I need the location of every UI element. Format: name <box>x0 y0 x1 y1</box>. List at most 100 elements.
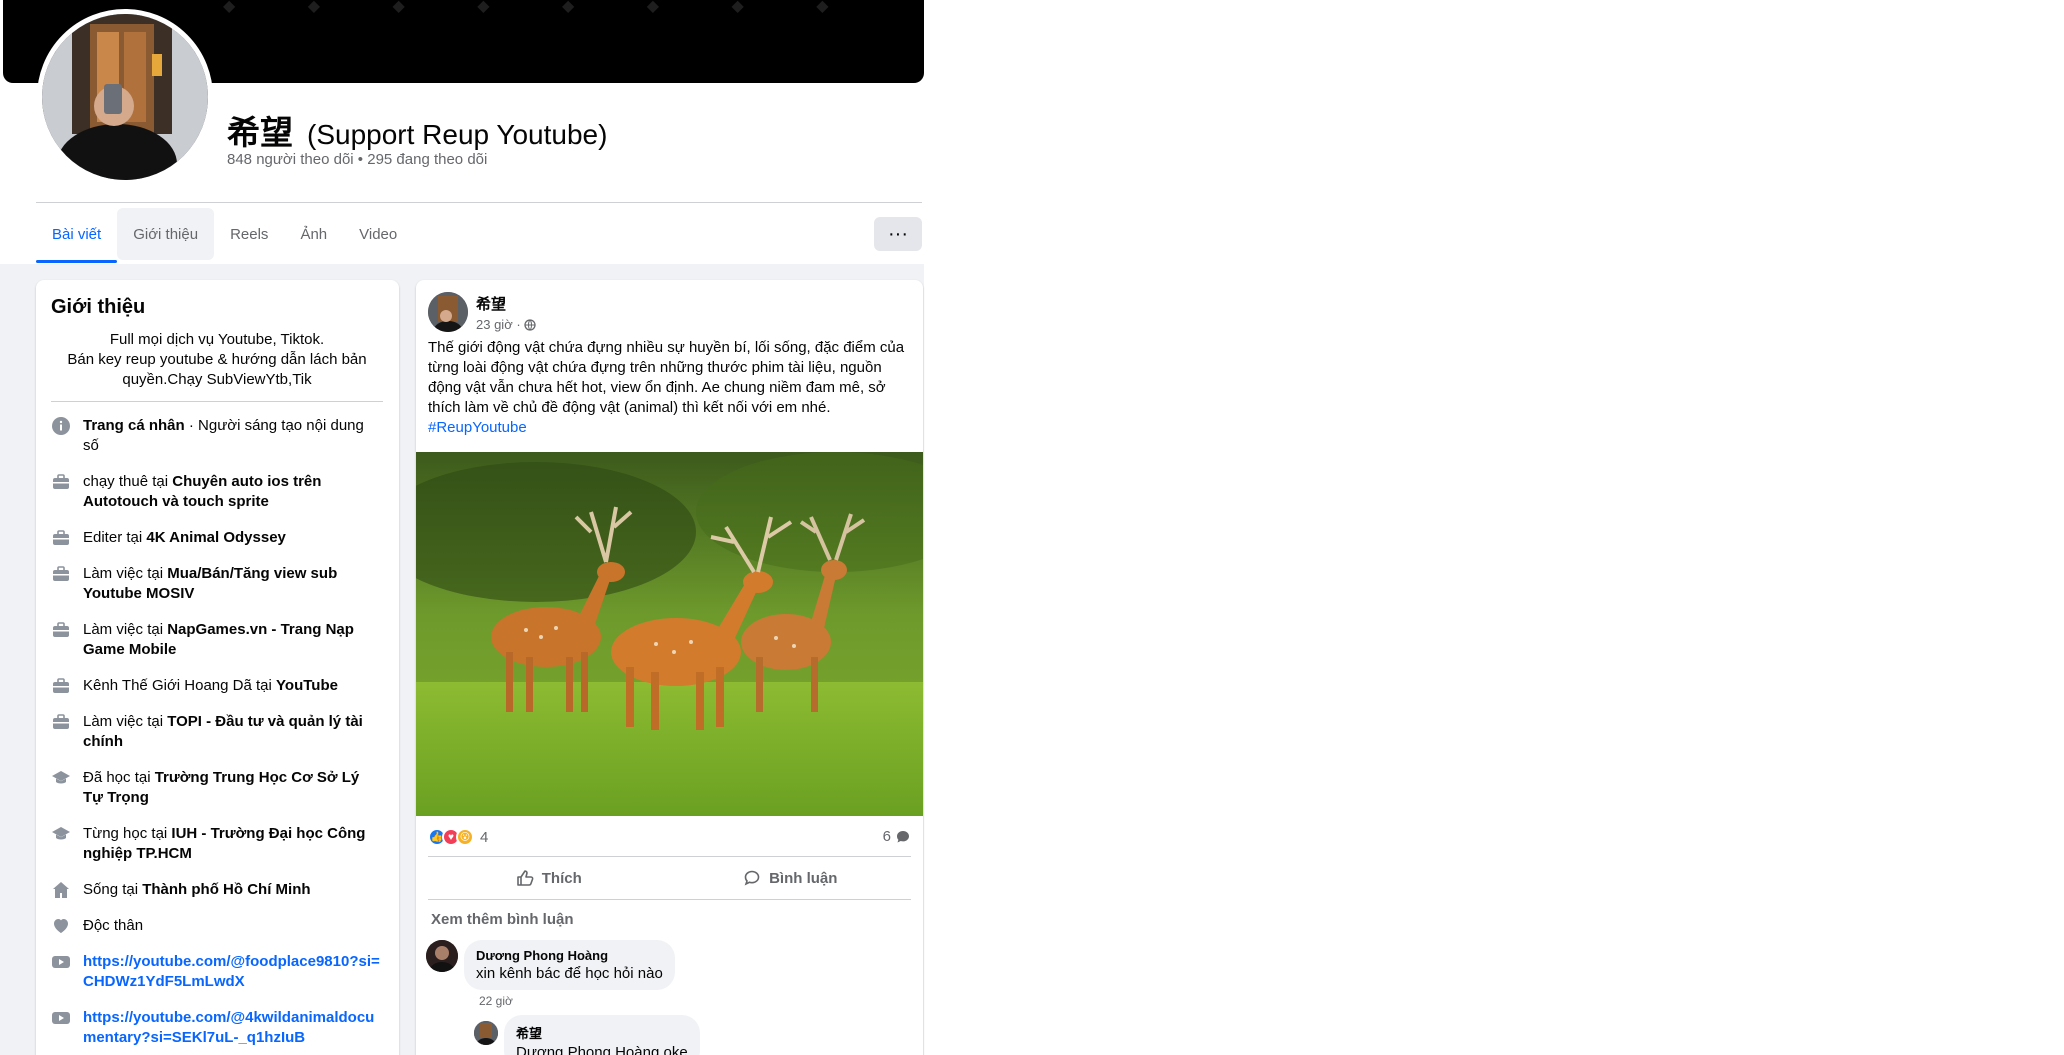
intro-title: Giới thiệu <box>51 296 146 318</box>
intro-link-item: https://youtube.com/@4kwildanimaldocumen… <box>51 1008 383 1048</box>
profile-name-subtitle: (Support Reup Youtube) <box>307 119 608 150</box>
intro-item: Trang cá nhân · Người sáng tạo nội dung … <box>51 416 383 456</box>
info-icon <box>51 416 71 436</box>
intro-item-prefix: Editer tại <box>83 529 147 546</box>
intro-item-text: Làm việc tại TOPI - Đầu tư và quản lý tà… <box>83 712 383 752</box>
youtube-icon <box>51 1008 71 1028</box>
more-options-button[interactable]: ··· <box>874 217 922 251</box>
intro-item-entity[interactable]: YouTube <box>276 677 338 694</box>
like-label: Thích <box>541 869 582 887</box>
comment-button[interactable]: Bình luận <box>670 857 912 899</box>
intro-item: Editer tại 4K Animal Odyssey <box>51 528 383 548</box>
home-icon <box>51 880 71 900</box>
intro-item-text: Kênh Thế Giới Hoang Dã tại YouTube <box>83 676 338 696</box>
intro-item-entity[interactable]: Thành phố Hồ Chí Minh <box>142 881 310 898</box>
intro-item: Độc thân <box>51 916 383 936</box>
post-image[interactable] <box>416 452 923 816</box>
briefcase-icon <box>51 712 71 732</box>
comment-count-value: 6 <box>882 828 891 845</box>
comment-text: Dương Phong Hoàng oke <box>516 1044 688 1055</box>
post-author-avatar[interactable] <box>428 292 468 332</box>
commenter-name[interactable]: Dương Phong Hoàng <box>476 948 663 963</box>
tab-photos[interactable]: Ảnh <box>284 206 343 263</box>
youtube-link[interactable]: https://youtube.com/@4kwildanimaldocumen… <box>83 1008 383 1048</box>
intro-item-text: Làm việc tại Mua/Bán/Tăng view sub Youtu… <box>83 564 383 604</box>
comment-label: Bình luận <box>769 869 838 887</box>
commenter-avatar[interactable] <box>426 940 458 972</box>
intro-item-prefix: Độc thân <box>83 917 144 934</box>
profile-name-main: 希望 <box>227 114 293 151</box>
divider <box>36 202 922 203</box>
intro-item: Kênh Thế Giới Hoang Dã tại YouTube <box>51 676 383 696</box>
comment-bubble: Dương Phong Hoàng xin kênh bác để học hỏ… <box>464 940 675 990</box>
comment-bubble-icon <box>897 830 909 842</box>
tab-videos[interactable]: Video <box>343 206 413 263</box>
briefcase-icon <box>51 528 71 548</box>
intro-item-text: Đã học tại Trường Trung Học Cơ Sở Lý Tự … <box>83 768 383 808</box>
intro-item: Sống tại Thành phố Hồ Chí Minh <box>51 880 383 900</box>
cover-decoration: ◆ ◆ ◆ ◆ ◆ ◆ ◆ ◆ <box>223 0 863 15</box>
briefcase-icon <box>51 564 71 584</box>
graduation-cap-icon <box>51 824 71 844</box>
post-time-row: 23 giờ · <box>476 317 536 332</box>
intro-item-entity[interactable]: 4K Animal Odyssey <box>146 529 286 546</box>
intro-bio-line: Bán key reup youtube & hướng dẫn lách bả… <box>67 351 367 388</box>
post-body: Thế giới động vật chứa đựng nhiều sự huy… <box>428 339 905 416</box>
intro-item: Từng học tại IUH - Trường Đại học Công n… <box>51 824 383 864</box>
intro-item-text: chạy thuê tại Chuyên auto ios trên Autot… <box>83 472 383 512</box>
briefcase-icon <box>51 620 71 640</box>
comment-reply-item: 希望 Dương Phong Hoàng oke <box>474 1015 700 1055</box>
intro-item-entity[interactable]: Trang cá nhân <box>83 417 185 434</box>
briefcase-icon <box>51 676 71 696</box>
profile-avatar[interactable] <box>37 9 213 185</box>
commenter-avatar[interactable] <box>474 1021 498 1045</box>
tab-about[interactable]: Giới thiệu <box>117 208 215 260</box>
comment-icon <box>744 870 760 886</box>
comment-item: Dương Phong Hoàng xin kênh bác để học hỏ… <box>426 940 675 990</box>
like-button[interactable]: Thích <box>428 857 670 899</box>
tab-reels[interactable]: Reels <box>214 206 284 263</box>
avatar-image <box>474 1021 498 1045</box>
intro-item-prefix: chạy thuê tại <box>83 473 173 490</box>
intro-item-prefix: Làm việc tại <box>83 565 168 582</box>
intro-card: Giới thiệu Full mọi dịch vụ Youtube, Tik… <box>36 280 399 1055</box>
comment-timestamp[interactable]: 22 giờ <box>479 994 513 1008</box>
intro-item: Đã học tại Trường Trung Học Cơ Sở Lý Tự … <box>51 768 383 808</box>
intro-item: Làm việc tại TOPI - Đầu tư và quản lý tà… <box>51 712 383 752</box>
profile-name: 希望 (Support Reup Youtube) <box>227 106 607 154</box>
intro-item-text: Từng học tại IUH - Trường Đại học Công n… <box>83 824 383 864</box>
profile-page: ◆ ◆ ◆ ◆ ◆ ◆ ◆ ◆ 希望 (Support Reup Youtube… <box>0 0 924 1055</box>
comment-count[interactable]: 6 <box>883 828 911 845</box>
post-card: 希望 23 giờ · Thế giới động vật chứa đựng … <box>416 280 923 1055</box>
intro-item: chạy thuê tại Chuyên auto ios trên Autot… <box>51 472 383 512</box>
thumbs-up-icon <box>516 870 534 886</box>
intro-item-prefix: Từng học tại <box>83 825 172 842</box>
profile-tabs: Bài viết Giới thiệu Reels Ảnh Video <box>36 206 413 263</box>
post-actions: Thích Bình luận <box>428 856 911 900</box>
intro-item-prefix: Làm việc tại <box>83 713 168 730</box>
view-more-comments[interactable]: Xem thêm bình luận <box>431 911 574 928</box>
briefcase-icon <box>51 472 71 492</box>
post-author-name[interactable]: 希望 <box>476 293 536 314</box>
reaction-summary[interactable]: 👍 ♥ 😮 4 <box>428 828 488 846</box>
intro-item-prefix: Kênh Thế Giới Hoang Dã tại <box>83 677 277 694</box>
commenter-name[interactable]: 希望 <box>516 1023 688 1042</box>
intro-bio: Full mọi dịch vụ Youtube, Tiktok. Bán ke… <box>51 330 383 402</box>
post-hashtag[interactable]: #ReupYoutube <box>428 419 527 436</box>
tab-posts[interactable]: Bài viết <box>36 206 118 263</box>
intro-bio-line: Full mọi dịch vụ Youtube, Tiktok. <box>109 331 325 348</box>
post-text: Thế giới động vật chứa đựng nhiều sự huy… <box>428 338 913 438</box>
intro-item-prefix: Đã học tại <box>83 769 155 786</box>
comment-text: xin kênh bác để học hỏi nào <box>476 965 663 982</box>
post-timestamp[interactable]: 23 giờ · <box>476 317 521 332</box>
intro-list: Trang cá nhân · Người sáng tạo nội dung … <box>51 416 383 1048</box>
post-header: 希望 23 giờ · <box>428 292 536 332</box>
youtube-link[interactable]: https://youtube.com/@foodplace9810?si=CH… <box>83 952 383 992</box>
avatar-image <box>426 940 458 972</box>
intro-item-text: Trang cá nhân · Người sáng tạo nội dung … <box>83 416 383 456</box>
intro-item-text: Làm việc tại NapGames.vn - Trang Nạp Gam… <box>83 620 383 660</box>
intro-link-item: https://youtube.com/@foodplace9810?si=CH… <box>51 952 383 992</box>
deer-photo <box>416 452 923 816</box>
follow-stats[interactable]: 848 người theo dõi • 295 đang theo dõi <box>227 151 487 168</box>
intro-item: Làm việc tại NapGames.vn - Trang Nạp Gam… <box>51 620 383 660</box>
